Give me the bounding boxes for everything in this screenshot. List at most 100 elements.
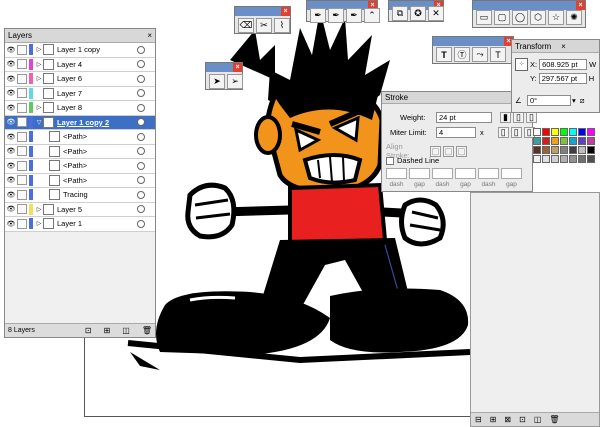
lock-toggle[interactable] [17,102,27,113]
delete-anchor-icon[interactable]: ✒ [346,8,362,23]
layer-row[interactable]: 👁 ▷ Layer 6 [5,72,155,87]
close-icon[interactable]: × [233,63,242,72]
target-circle[interactable] [137,176,145,185]
color-swatch[interactable] [560,155,568,163]
layer-row[interactable]: 👁 <Path> [5,130,155,145]
layer-name[interactable]: <Path> [63,132,137,141]
transform-tab[interactable]: Transform [515,42,551,51]
dash-field-1[interactable] [386,168,407,179]
layer-name[interactable]: Layer 6 [57,74,137,83]
lock-toggle[interactable] [17,88,27,99]
type-icon[interactable]: T [436,47,452,62]
knife-icon[interactable]: ⌇ [274,18,290,33]
break-link-icon[interactable]: ⊠ [504,415,511,424]
visibility-eye-icon[interactable]: 👁 [5,118,17,126]
layers-tab[interactable]: Layers [8,31,32,40]
miter-limit-input[interactable]: 4 [436,127,476,138]
expand-icon[interactable]: ▷ [35,206,43,213]
new-icon[interactable]: ◫ [534,415,542,424]
layer-name[interactable]: Layer 4 [57,60,137,69]
layer-name[interactable]: Tracing [63,190,137,199]
dash-field-2[interactable] [432,168,453,179]
make-clipping-mask-icon[interactable]: ⊡ [85,326,92,335]
layer-row[interactable]: 👁 ▷ Layer 5 [5,202,155,217]
trash-icon[interactable]: 🗑 [142,326,152,335]
align-outside-icon[interactable]: ▢ [456,145,467,157]
layer-row[interactable]: 👁 ▷ Layer 1 copy [5,43,155,58]
layer-row[interactable]: 👁 <Path> [5,144,155,159]
layer-row[interactable]: 👁 <Path> [5,173,155,188]
lock-toggle[interactable] [17,131,27,142]
layer-row[interactable]: 👁 Tracing [5,188,155,203]
place-instance-icon[interactable]: ⊞ [490,415,497,424]
color-swatch[interactable] [542,137,550,145]
visibility-eye-icon[interactable]: 👁 [5,104,17,112]
direct-selection-icon[interactable]: ➢ [227,74,243,89]
layer-name[interactable]: Layer 1 [57,219,137,228]
join-miter-icon[interactable]: ▯ [513,112,524,123]
expand-icon[interactable]: ▷ [35,220,43,227]
visibility-eye-icon[interactable]: 👁 [5,133,17,141]
layer-row[interactable]: 👁 Layer 7 [5,86,155,101]
library-icon[interactable]: ⊟ [475,415,482,424]
lock-toggle[interactable] [17,189,27,200]
target-circle[interactable] [137,103,145,112]
layer-row[interactable]: 👁 ▷ Layer 1 [5,217,155,232]
color-swatch[interactable] [533,137,541,145]
color-swatch[interactable] [551,137,559,145]
pen-icon[interactable]: ✒ [310,8,326,23]
lock-toggle[interactable] [17,73,27,84]
align-inside-icon[interactable]: ▢ [443,145,454,157]
visibility-eye-icon[interactable]: 👁 [5,205,17,213]
rotate-input[interactable]: 0° [527,95,571,106]
dashed-line-checkbox[interactable] [386,156,394,165]
trash-icon[interactable]: 🗑 [549,415,559,424]
layer-row[interactable]: 👁 ▷ Layer 4 [5,57,155,72]
target-circle[interactable] [137,161,145,170]
expand-icon[interactable]: ▷ [35,104,43,111]
visibility-eye-icon[interactable]: 👁 [5,220,17,228]
new-layer-icon[interactable]: ◫ [122,326,130,335]
gap-field-3[interactable] [501,168,522,179]
color-swatch[interactable] [569,128,577,136]
vertical-type-icon[interactable]: T [490,47,506,62]
color-swatch[interactable] [533,128,541,136]
expand-icon[interactable]: ▷ [35,61,43,68]
color-swatch[interactable] [542,155,550,163]
symbol-sprayer-icon[interactable]: ✪ [410,6,426,21]
layer-row[interactable]: 👁 ▽ Layer 1 copy 2 [5,115,155,130]
color-swatch[interactable] [569,146,577,154]
target-circle[interactable] [137,60,145,69]
rounded-rect-icon[interactable]: ▢ [494,10,510,25]
target-circle[interactable] [137,118,145,127]
color-swatch[interactable] [533,155,541,163]
expand-icon[interactable]: ▷ [35,46,43,53]
color-swatch[interactable] [542,146,550,154]
layer-name[interactable]: Layer 8 [57,103,137,112]
color-swatch[interactable] [587,146,595,154]
lock-toggle[interactable] [17,218,27,229]
layer-row[interactable]: 👁 ▷ Layer 8 [5,101,155,116]
selection-icon[interactable]: ➤ [209,74,225,89]
color-swatch[interactable] [533,146,541,154]
stroke-tab[interactable]: Stroke [385,93,408,102]
color-swatch[interactable] [560,137,568,145]
lock-toggle[interactable] [17,146,27,157]
flare-icon[interactable]: ✺ [566,10,582,25]
color-swatch[interactable] [560,128,568,136]
join-round-icon[interactable]: ▯ [497,127,509,138]
reference-point-icon[interactable]: ⁘ [515,58,528,71]
visibility-eye-icon[interactable]: 👁 [5,89,17,97]
layer-name[interactable]: Layer 7 [57,89,137,98]
expand-icon[interactable]: ▽ [35,119,43,126]
visibility-eye-icon[interactable]: 👁 [5,75,17,83]
visibility-eye-icon[interactable]: 👁 [5,60,17,68]
layer-name[interactable]: Layer 5 [57,205,137,214]
add-anchor-icon[interactable]: ✒ [328,8,344,23]
target-circle[interactable] [137,219,145,228]
layer-name[interactable]: Layer 1 copy 2 [57,118,137,127]
color-swatch[interactable] [569,155,577,163]
join-bevel-icon[interactable]: ▯ [510,127,522,138]
visibility-eye-icon[interactable]: 👁 [5,147,17,155]
color-swatch[interactable] [578,137,586,145]
